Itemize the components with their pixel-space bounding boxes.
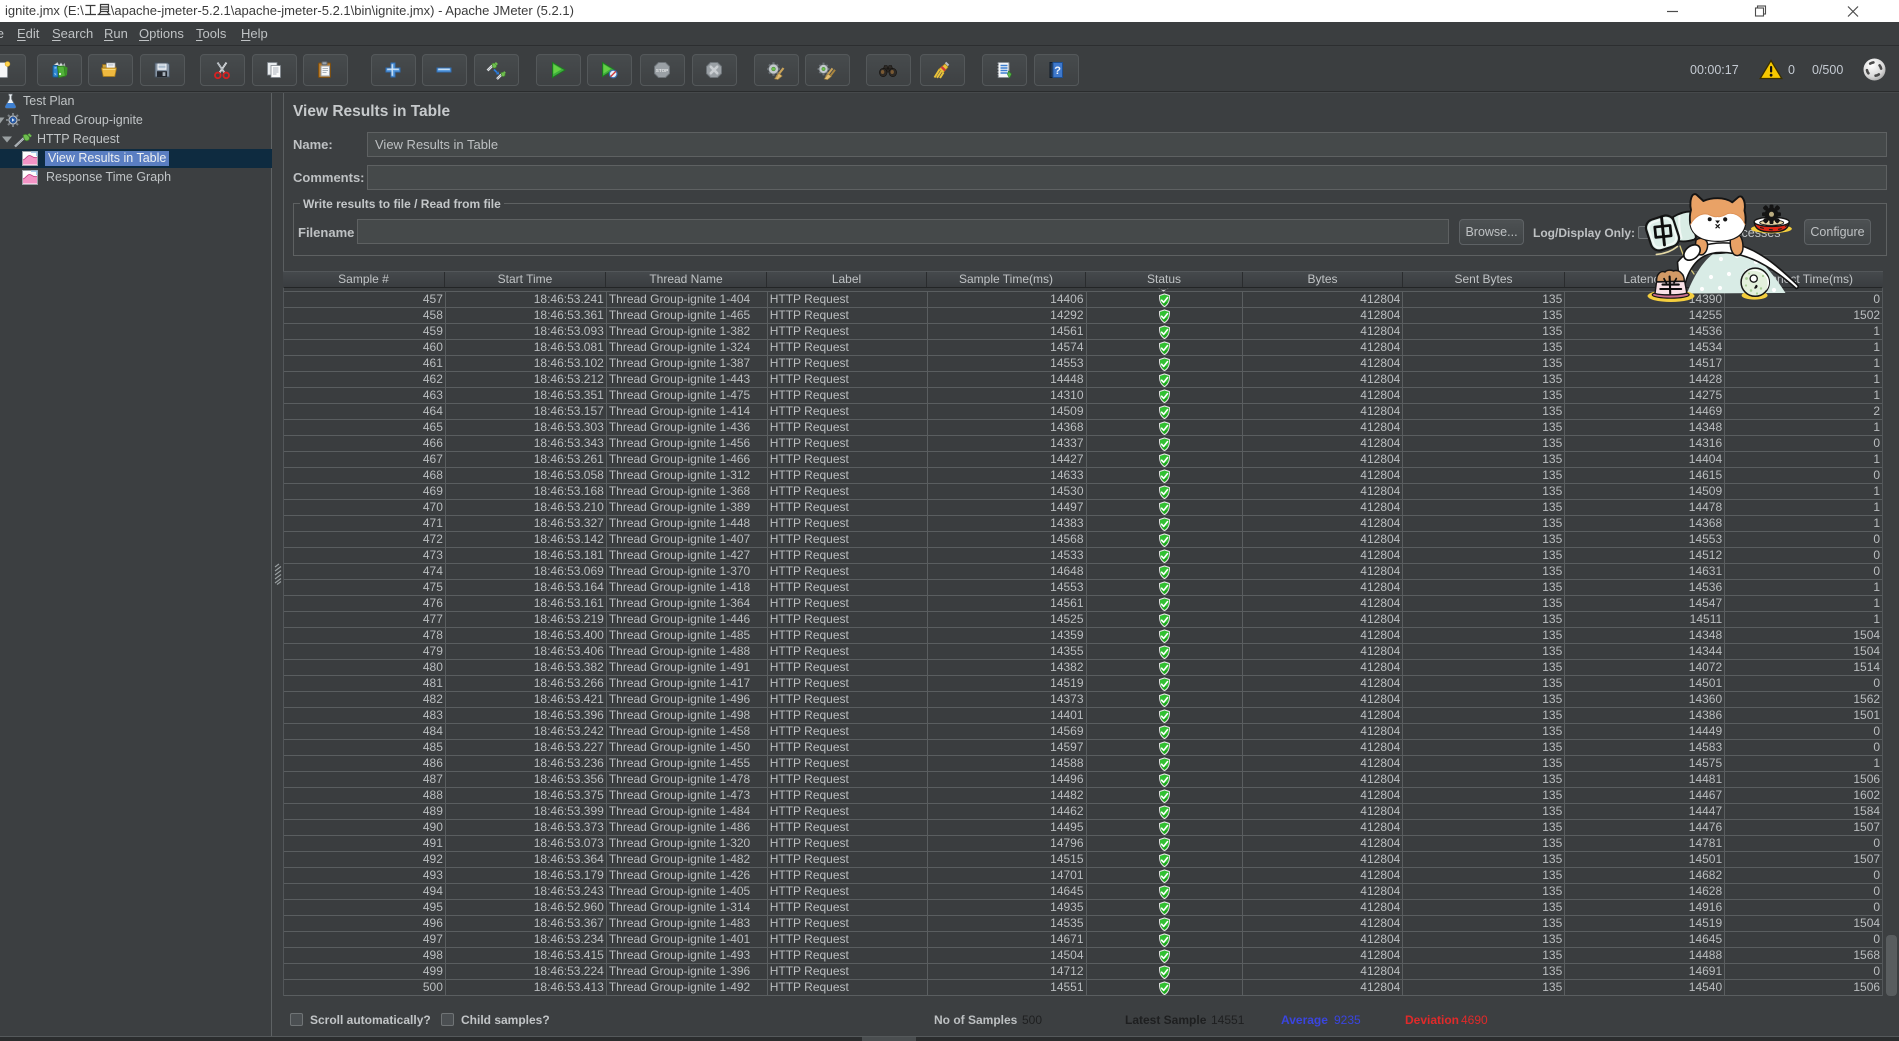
svg-text:?: ?	[1054, 65, 1061, 77]
svg-text:STOP: STOP	[656, 68, 668, 73]
